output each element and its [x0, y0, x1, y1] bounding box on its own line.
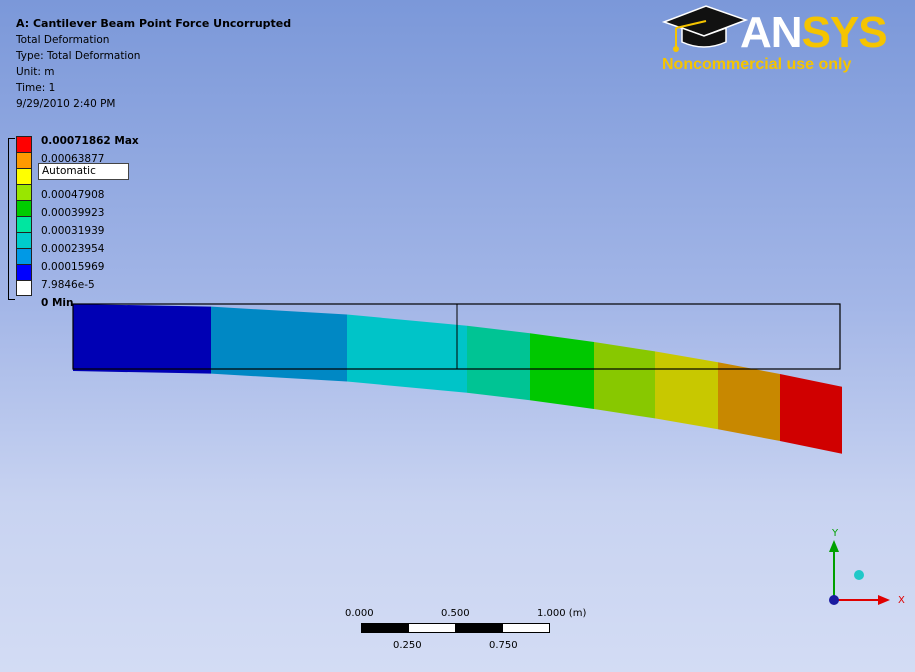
scale-label: 0.250 — [393, 640, 422, 651]
contour-band — [655, 351, 718, 430]
contour-band — [347, 314, 467, 393]
contour-band — [73, 304, 211, 374]
contour-band — [594, 342, 655, 419]
scale-ruler: 0.000 0.500 1.000 (m) 0.250 0.750 — [330, 608, 630, 658]
scale-segment — [455, 623, 503, 633]
contour-band — [211, 306, 347, 382]
coordinate-triad[interactable]: Y X — [800, 520, 910, 620]
contour-band — [467, 325, 530, 401]
contour-band — [780, 373, 842, 454]
scale-label: 0.500 — [441, 608, 470, 619]
scale-label: 0.750 — [489, 640, 518, 651]
contour-band — [718, 362, 780, 441]
beam-model-view[interactable] — [0, 0, 915, 672]
scale-label: 0.000 — [345, 608, 374, 619]
scale-label: 1.000 (m) — [537, 608, 587, 619]
scale-segment — [361, 623, 409, 633]
triad-x-label: X — [898, 595, 905, 606]
scale-segment — [502, 623, 550, 633]
triad-y-label: Y — [831, 528, 839, 539]
contour-band — [530, 333, 594, 410]
scale-segment — [408, 623, 456, 633]
